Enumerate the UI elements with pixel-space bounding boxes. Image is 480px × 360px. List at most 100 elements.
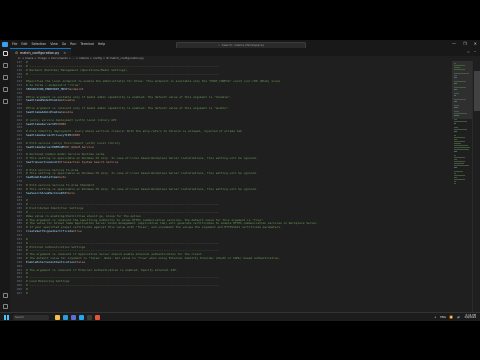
explorer-icon[interactable] [2, 51, 8, 56]
config-value: endpoint [69, 86, 84, 91]
wifi-icon[interactable]: 📶 [450, 316, 453, 319]
minimap-line [454, 115, 460, 116]
minimap-line [454, 95, 457, 96]
tab-match-configuration[interactable]: ⚙ match_configuration.py × [10, 48, 72, 56]
minimap-line [454, 141, 466, 142]
close-tab-icon[interactable]: × [63, 51, 66, 55]
account-icon[interactable] [2, 293, 8, 298]
minimap-line [454, 145, 468, 146]
minimap-line [454, 63, 456, 64]
minimap-line [454, 129, 468, 130]
scrollbar-thumb[interactable] [474, 71, 480, 111]
code-comment: # [26, 290, 28, 295]
vertical-scrollbar[interactable] [472, 61, 480, 312]
code-editor[interactable]: 147 #148 # -------------------------------… [10, 61, 464, 312]
menu-item-go[interactable]: Go [62, 42, 66, 46]
minimap-line [454, 181, 456, 182]
system-tray: ∧ ENG 📶 🔊 5:14 PM 3/9/2024 [434, 314, 476, 320]
minimap-line [454, 127, 458, 128]
minimap-line [454, 137, 466, 138]
taskbar-apps [55, 314, 100, 320]
taskbar-search-label: Search [15, 315, 24, 319]
volume-icon[interactable]: 🔊 [457, 316, 460, 319]
clock[interactable]: 5:14 PM 3/9/2024 [464, 314, 476, 320]
line-number: 207 [16, 290, 22, 295]
search-view-icon[interactable] [2, 63, 8, 68]
editor-tab-bar: ⚙ match_configuration.py × ▷ ⋯ [10, 48, 480, 56]
command-center-text: Search: ollama (Workspace) [221, 43, 264, 47]
clock-date: 3/9/2024 [464, 316, 476, 320]
menu-item-help[interactable]: Help [98, 42, 105, 46]
store-icon[interactable] [71, 314, 76, 320]
tray-overflow-icon[interactable]: ∧ [434, 316, 436, 319]
config-key: SeaOllamaServerPrivacyTIPS [26, 133, 72, 138]
minimap-line [454, 165, 469, 166]
gear-icon: ⚙ [15, 50, 19, 55]
editor-actions: ▷ ⋯ [468, 50, 476, 54]
maximize-button[interactable]: ❐ [463, 41, 467, 46]
config-value: true [74, 229, 82, 234]
menu-item-view[interactable]: View [50, 42, 58, 46]
window-controls: — ❐ ✕ [452, 41, 477, 46]
minimap-line [454, 75, 458, 76]
menu-item-file[interactable]: File [12, 42, 17, 46]
code-comment: # --------------------------------------… [26, 282, 220, 287]
config-value: Auto [59, 175, 67, 180]
chrome-icon[interactable] [95, 314, 100, 320]
taskbar-search[interactable]: Search [13, 314, 49, 320]
minimap-line [454, 111, 459, 112]
minimap-line [454, 93, 460, 94]
minimap-line [454, 81, 466, 82]
config-key: SeaOllamaAdminEnable [26, 109, 61, 114]
run-debug-icon[interactable] [2, 87, 8, 92]
menu-item-edit[interactable]: Edit [21, 42, 27, 46]
title-bar: File Edit Selection View Go Run Terminal Help ⌕… [0, 40, 480, 49]
minimize-button[interactable]: — [452, 41, 456, 46]
minimap-line [454, 101, 458, 102]
minimap-line [454, 177, 457, 178]
language-indicator[interactable]: ENG [440, 316, 446, 319]
minimap-line [454, 73, 469, 74]
minimap-line [454, 131, 457, 132]
config-value: 8080 [59, 121, 67, 126]
minimap-line [454, 175, 466, 176]
minimap-line [454, 113, 468, 114]
minimap-line [454, 139, 458, 140]
minimap-line [454, 135, 456, 136]
config-value: false [76, 259, 86, 264]
code-line[interactable]: 207 # [10, 290, 464, 296]
vscode-logo-icon [2, 41, 8, 47]
source-control-icon[interactable] [2, 75, 8, 80]
minimap-line [454, 151, 458, 152]
run-file-icon[interactable]: ▷ [468, 50, 470, 54]
minimap[interactable] [452, 61, 472, 312]
menu-item-selection[interactable]: Selection [32, 42, 47, 46]
config-value: Transaction System Search Service [60, 159, 119, 164]
config-value: Auto [67, 190, 75, 195]
minimap-line [454, 77, 458, 78]
file-explorer-icon[interactable] [55, 314, 60, 320]
menu-item-run[interactable]: Run [70, 42, 76, 46]
minimap-line [454, 155, 456, 156]
more-actions-icon[interactable]: ⋯ [474, 50, 476, 54]
minimap-line [454, 149, 469, 150]
minimap-line [454, 65, 466, 66]
extensions-icon[interactable] [2, 99, 8, 104]
minimap-line [454, 87, 466, 88]
minimap-line [454, 69, 466, 70]
minimap-line [454, 67, 460, 68]
config-key: SeaOllamaServerPREMIUM [26, 144, 65, 149]
menu-item-terminal[interactable]: Terminal [80, 42, 93, 46]
minimap-line [454, 123, 457, 124]
vscode-icon[interactable] [79, 314, 84, 320]
minimap-line [454, 119, 457, 120]
config-key: SEPARATION_ENDPOINT_HOST [26, 86, 68, 91]
terminal-icon[interactable] [87, 314, 92, 320]
close-window-button[interactable]: ✕ [474, 41, 477, 46]
minimap-line [454, 89, 457, 90]
start-menu-icon[interactable] [4, 314, 9, 320]
minimap-line [454, 83, 457, 84]
edge-icon[interactable] [63, 314, 68, 320]
settings-gear-icon[interactable] [2, 304, 8, 309]
code-comment: # The argument is relevant if External A… [26, 267, 178, 272]
